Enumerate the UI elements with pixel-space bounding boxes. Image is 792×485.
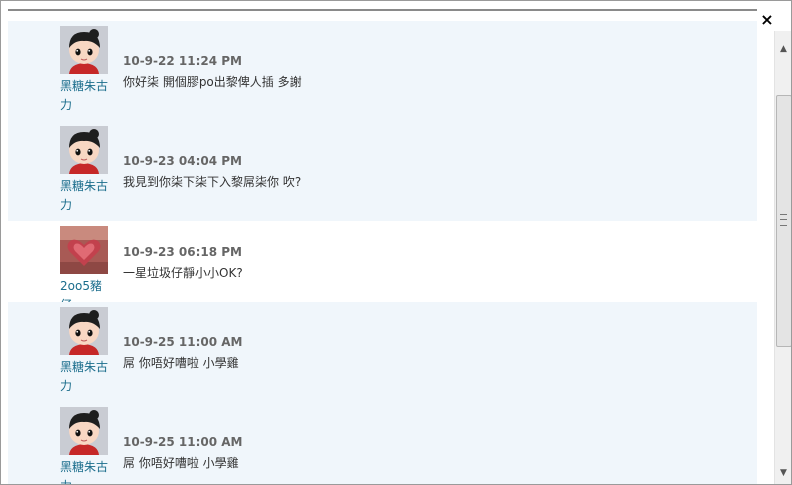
scroll-up-arrow-icon[interactable]: ▲: [777, 43, 790, 56]
top-divider: [8, 9, 757, 11]
message-item: 2oo5豬仔 10-9-23 06:18 PM 一星垃圾仔靜小小OK?: [8, 221, 757, 312]
cartoon-boy-avatar[interactable]: [60, 307, 108, 355]
cartoon-boy-avatar[interactable]: [60, 26, 108, 74]
close-icon: ×: [760, 10, 774, 29]
cartoon-boy-avatar[interactable]: [60, 407, 108, 455]
message-list[interactable]: 黑糖朱古力 10-9-22 11:24 PM 你好柒 開個膠po出黎俾人插 多謝: [8, 21, 757, 484]
cartoon-boy-avatar[interactable]: [60, 126, 108, 174]
message-timestamp: 10-9-22 11:24 PM: [123, 54, 242, 68]
message-timestamp: 10-9-25 11:00 AM: [123, 435, 243, 449]
message-item: 黑糖朱古力 10-9-22 11:24 PM 你好柒 開個膠po出黎俾人插 多謝: [8, 21, 757, 122]
username-link[interactable]: 黑糖朱古力: [60, 77, 112, 115]
scrollbar-grip-icon: [780, 214, 787, 226]
username-link[interactable]: 黑糖朱古力: [60, 458, 112, 484]
message-timestamp: 10-9-23 04:04 PM: [123, 154, 242, 168]
scroll-down-arrow-icon[interactable]: ▼: [777, 467, 790, 480]
username-link[interactable]: 黑糖朱古力: [60, 358, 112, 396]
heart-photo-avatar[interactable]: [60, 226, 108, 274]
scrollbar-thumb[interactable]: [776, 95, 791, 347]
message-text: 一星垃圾仔靜小小OK?: [123, 266, 243, 280]
message-timestamp: 10-9-23 06:18 PM: [123, 245, 242, 259]
close-button[interactable]: ×: [759, 11, 775, 29]
username-link[interactable]: 黑糖朱古力: [60, 177, 112, 215]
message-item: 黑糖朱古力 10-9-23 04:04 PM 我見到你柒下柒下入黎屌柒你 吹?: [8, 121, 757, 222]
message-timestamp: 10-9-25 11:00 AM: [123, 335, 243, 349]
message-text: 屌 你唔好嘈啦 小學雞: [123, 356, 239, 370]
message-text: 你好柒 開個膠po出黎俾人插 多謝: [123, 75, 302, 89]
vertical-scrollbar[interactable]: ▲ ▼: [774, 31, 791, 484]
message-item: 黑糖朱古力 10-9-25 11:00 AM 屌 你唔好嘈啦 小學雞: [8, 302, 757, 403]
message-window: × 黑糖朱古力 10-9-22 11:24 PM 你好柒 開個膠po出黎俾人插 …: [0, 0, 792, 485]
message-item: 黑糖朱古力 10-9-25 11:00 AM 屌 你唔好嘈啦 小學雞: [8, 402, 757, 484]
message-text: 我見到你柒下柒下入黎屌柒你 吹?: [123, 175, 302, 189]
message-text: 屌 你唔好嘈啦 小學雞: [123, 456, 239, 470]
